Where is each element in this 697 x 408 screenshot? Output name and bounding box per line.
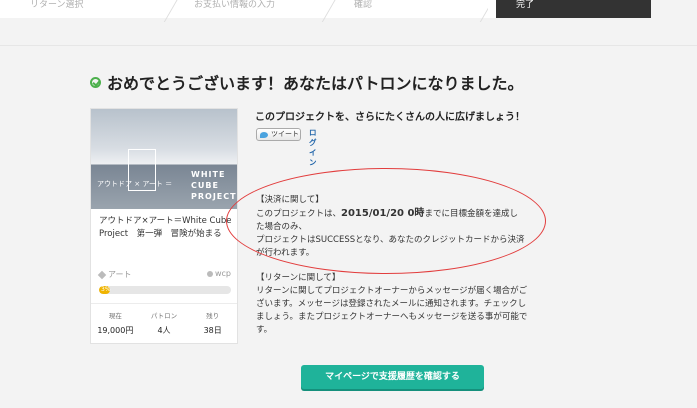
- header-divider: [0, 45, 697, 46]
- step-return-select: リターン選択: [0, 0, 180, 18]
- stat-key: 現在: [108, 312, 122, 320]
- page-title: おめでとうございます！あなたはパトロンになりました。: [90, 70, 523, 94]
- project-owner[interactable]: wcp: [206, 269, 231, 278]
- category-label: アート: [108, 270, 132, 279]
- tag-icon: [97, 270, 107, 279]
- view-support-history-button[interactable]: マイページで支援履歴を確認する: [301, 365, 484, 389]
- project-stats: 現在 19,000円 パトロン 4人 残り 38日: [91, 303, 237, 344]
- stat-value: 4人: [157, 326, 171, 335]
- returns-notice: リターンに関してプロジェクトオーナーからメッセージが届く場合がございます。メッセ…: [256, 286, 528, 335]
- step-confirm: 確認: [338, 0, 496, 18]
- step-label: お支払い情報の入力: [194, 0, 276, 10]
- twitter-bird-icon: [260, 131, 268, 138]
- stat-remaining: 残り 38日: [188, 304, 237, 344]
- user-icon: [206, 270, 213, 277]
- stat-current: 現在 19,000円: [91, 304, 140, 344]
- stat-key: パトロン: [150, 312, 178, 320]
- thumbnail-caption-en: WHITE CUBE PROJECT: [191, 170, 237, 201]
- login-link[interactable]: ログイン: [309, 128, 317, 168]
- page-title-text: おめでとうございます！あなたはパトロンになりました。: [107, 74, 524, 93]
- project-category[interactable]: アート: [97, 269, 132, 280]
- progress-percent: 3%: [101, 286, 111, 293]
- returns-heading: 【リターンに関して】: [256, 273, 341, 283]
- step-payment-info: お支払い情報の入力: [180, 0, 338, 18]
- step-label: リターン選択: [30, 0, 84, 10]
- step-label: 確認: [354, 0, 373, 10]
- project-card[interactable]: アウトドア × アート ＝ WHITE CUBE PROJECT アウトドア×ア…: [90, 108, 238, 344]
- progress-steps: リターン選択 お支払い情報の入力 確認 完了: [0, 0, 697, 18]
- tweet-button[interactable]: ツイート: [256, 128, 301, 141]
- thumbnail-caption-jp: アウトドア × アート ＝: [97, 180, 173, 188]
- stat-value: 38日: [203, 326, 222, 335]
- owner-label: wcp: [214, 269, 231, 278]
- step-complete: 完了: [488, 0, 651, 18]
- stat-key: 残り: [206, 312, 220, 320]
- tweet-label: ツイート: [271, 130, 299, 138]
- project-title[interactable]: アウトドア×アート＝White Cube Project 第一弾 冒険が始まる: [99, 215, 233, 241]
- share-heading: このプロジェクトを、さらにたくさんの人に広げましょう！: [255, 112, 525, 123]
- check-circle-icon: [90, 76, 101, 88]
- stat-value: 19,000円: [97, 326, 134, 335]
- funding-progress-bar: 3%: [99, 286, 231, 294]
- stat-patrons: パトロン 4人: [140, 304, 189, 344]
- highlight-ellipse: [226, 168, 546, 274]
- step-label: 完了: [516, 0, 535, 10]
- project-thumbnail[interactable]: アウトドア × アート ＝ WHITE CUBE PROJECT: [91, 109, 237, 209]
